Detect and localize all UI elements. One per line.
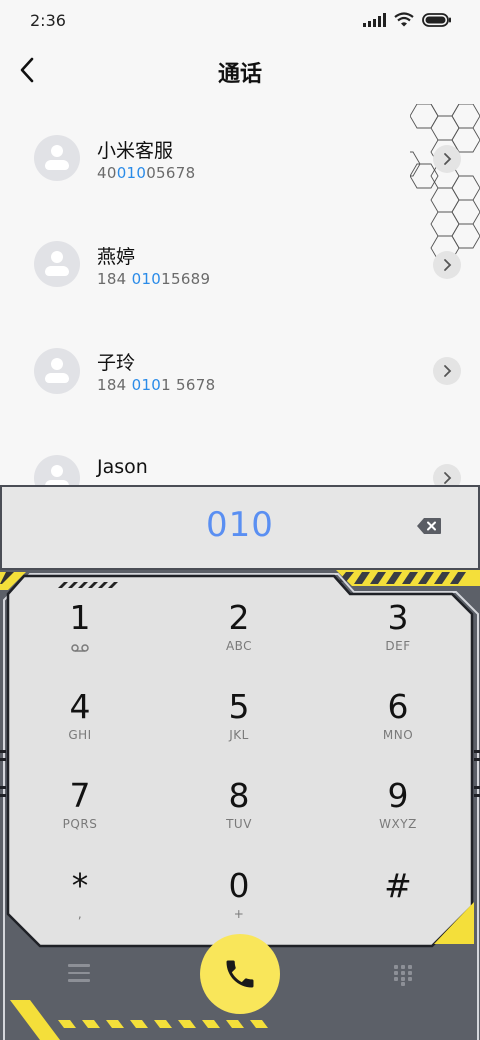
voicemail-icon: [71, 644, 89, 652]
contact-item[interactable]: 子玲 184 0101 5678: [0, 320, 480, 420]
status-icons: [363, 12, 452, 27]
status-bar: 2:36: [0, 0, 480, 44]
avatar: [34, 135, 80, 181]
key-4[interactable]: 4 GHI: [20, 687, 140, 765]
contact-name: Jason: [97, 456, 148, 478]
contact-number: 184 0101 5678: [97, 376, 216, 394]
contact-name: 子玲: [97, 352, 136, 374]
dial-number-display[interactable]: 010: [2, 505, 478, 545]
phone-icon: [226, 960, 254, 988]
page-title: 通话: [217, 62, 262, 87]
number-match: 010: [131, 270, 162, 288]
key-5[interactable]: 5 JKL: [179, 687, 299, 765]
contact-number: 184 01015689: [97, 270, 211, 288]
number-match: 010: [131, 376, 162, 394]
header: 通话: [0, 44, 480, 100]
bottom-bar: [0, 934, 480, 1040]
chevron-right-icon[interactable]: [433, 251, 461, 279]
key-6[interactable]: 6 MNO: [338, 687, 458, 765]
key-8[interactable]: 8 TUV: [179, 776, 299, 854]
call-button[interactable]: [200, 934, 280, 1014]
contact-number: 4001005678: [97, 164, 196, 182]
key-hash[interactable]: #: [338, 866, 458, 944]
chevron-right-icon[interactable]: [433, 145, 461, 173]
battery-icon: [422, 12, 451, 27]
backspace-icon[interactable]: [416, 517, 442, 535]
key-3[interactable]: 3 DEF: [338, 598, 458, 676]
dialpad-grid-icon[interactable]: [393, 964, 413, 986]
contact-item[interactable]: 燕婷 184 01015689: [0, 214, 480, 314]
menu-icon[interactable]: [68, 964, 90, 984]
dial-input-panel: 010: [0, 485, 480, 570]
number-match: 010: [116, 164, 147, 182]
contact-name: 燕婷: [97, 246, 136, 268]
key-0[interactable]: 0 +: [179, 866, 299, 944]
key-1[interactable]: 1: [20, 598, 140, 676]
avatar: [34, 241, 80, 287]
chevron-right-icon[interactable]: [433, 357, 461, 385]
key-7[interactable]: 7 PQRS: [20, 776, 140, 854]
wifi-icon: [394, 12, 414, 27]
key-9[interactable]: 9 WXYZ: [338, 776, 458, 854]
key-star[interactable]: *,: [20, 866, 140, 944]
signal-icon: [363, 12, 386, 27]
key-2[interactable]: 2 ABC: [179, 598, 299, 676]
contact-item[interactable]: 小米客服 4001005678: [0, 108, 480, 208]
avatar: [34, 348, 80, 394]
status-time: 2:36: [30, 11, 66, 30]
contact-name: 小米客服: [97, 140, 174, 162]
